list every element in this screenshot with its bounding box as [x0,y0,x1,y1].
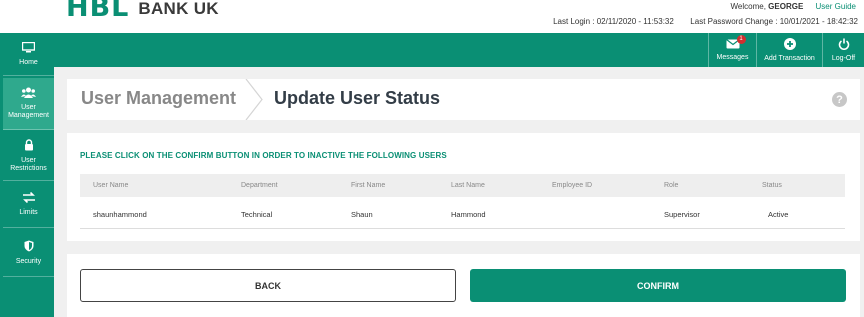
add-transaction-label: Add Transaction [764,55,815,62]
confirm-button[interactable]: CONFIRM [470,269,846,302]
welcome-line: Welcome, GEORGE User Guide [731,2,856,11]
logo-text: BANK UK [138,0,219,18]
cell-role: Supervisor [664,210,700,219]
confirm-notice: PLEASE CLICK ON THE CONFIRM BUTTON IN OR… [80,151,447,160]
logo-mark: HBL [66,0,130,23]
column-header: Employee ID [552,182,593,189]
column-header: First Name [351,182,386,189]
login-info: Last Login : 02/11/2020 - 11:53:32 Last … [553,17,858,26]
sidebar-item-label: Home [19,58,38,66]
messages-label: Messages [716,54,749,61]
plus-circle-icon [783,38,796,53]
column-header: Last Name [451,182,485,189]
column-header: Department [241,182,278,189]
table-row: shaunhammond Technical Shaun Hammond Sup… [80,205,845,229]
users-card: PLEASE CLICK ON THE CONFIRM BUTTON IN OR… [67,133,860,241]
hbl-logo[interactable]: HBL BANK UK [66,0,219,23]
cell-first-name: Shaun [351,210,373,219]
sidebar-item-home[interactable]: Home [3,33,54,76]
top-nav-bar: 1 Messages Add Transaction Log-Off [0,33,864,67]
help-icon[interactable]: ? [832,92,847,107]
logoff-button[interactable]: Log-Off [822,33,864,67]
last-login-label: Last Login : [553,17,595,26]
sidebar-item-user-restrictions[interactable]: User Restrictions [3,131,54,181]
breadcrumb-parent[interactable]: User Management [81,88,236,109]
monitor-icon [21,41,36,56]
lock-icon [24,138,34,154]
sidebar-item-label: Limits [19,209,38,216]
cell-user-name: shaunhammond [93,210,147,219]
sidebar-item-label: User Management [8,104,49,119]
add-transaction-button[interactable]: Add Transaction [756,33,822,67]
users-icon [21,87,36,101]
table-header: User Name Department First Name Last Nam… [80,174,845,197]
back-button[interactable]: BACK [80,269,456,302]
actions-card: BACK CONFIRM [67,254,860,317]
messages-button[interactable]: 1 Messages [708,33,756,67]
power-icon [838,38,850,53]
cell-department: Technical [241,210,273,219]
cell-status: Active [768,210,789,219]
page-title-card: User Management Update User Status ? [67,79,860,120]
sidebar-item-security[interactable]: Security [3,229,54,277]
username: GEORGE [768,2,804,11]
exchange-icon [22,191,36,206]
sidebar-item-user-management[interactable]: User Management [3,78,54,130]
column-header: User Name [93,182,129,189]
page-title: Update User Status [274,88,441,108]
welcome-prefix: Welcome, [730,2,766,11]
last-password-label: Last Password Change : [690,17,778,26]
messages-count-badge: 1 [736,35,746,44]
last-login-value: 02/11/2020 - 11:53:32 [596,17,674,26]
column-header: Status [762,182,782,189]
envelope-icon: 1 [725,35,746,52]
cell-last-name: Hammond [451,210,486,219]
user-guide-link[interactable]: User Guide [816,2,856,11]
column-header: Role [664,182,679,189]
logoff-label: Log-Off [831,55,856,62]
sidebar: Home User Management User Restrictions L… [0,33,54,317]
last-password-value: 10/01/2021 - 18:42:32 [779,17,858,26]
breadcrumb-separator-icon [245,79,263,120]
sidebar-item-label: Security [15,257,42,265]
sidebar-item-limits[interactable]: Limits [3,182,54,228]
shield-icon [24,240,34,255]
top-header: HBL BANK UK Welcome, GEORGE User Guide L… [0,0,864,33]
sidebar-item-label: User Restrictions [10,156,47,172]
